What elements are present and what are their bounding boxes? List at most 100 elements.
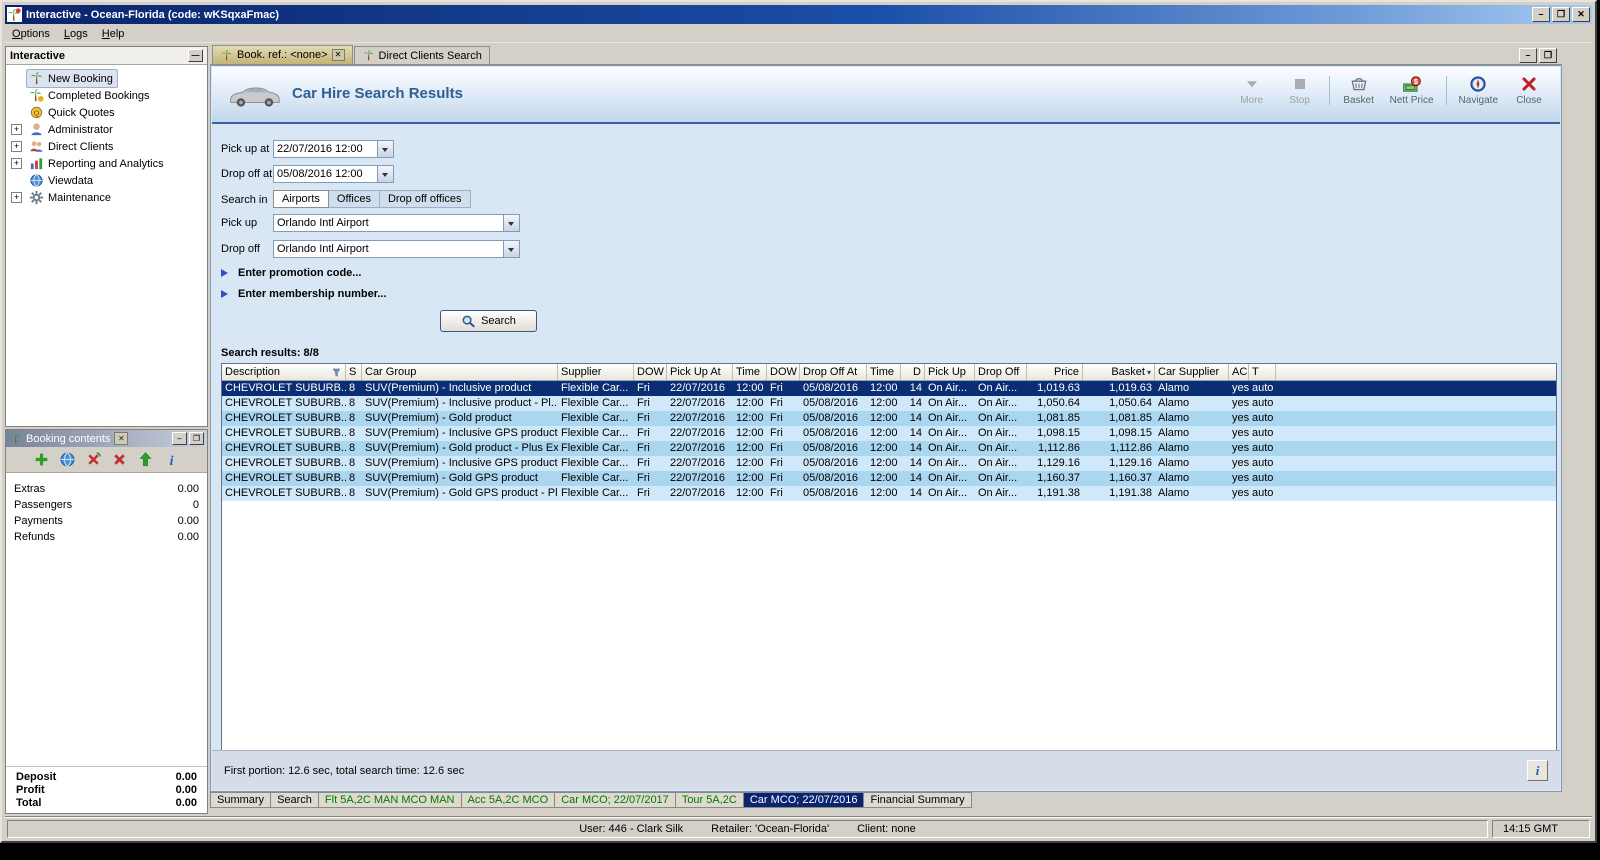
- pickup-combo[interactable]: [273, 214, 520, 232]
- menu-help[interactable]: Help: [95, 26, 132, 42]
- window-close-button[interactable]: ✕: [1572, 7, 1590, 22]
- column-header-car-supplier[interactable]: Car Supplier: [1155, 364, 1229, 380]
- booking-contents-close-icon[interactable]: ✕: [114, 432, 128, 445]
- column-header-pick-up-at[interactable]: Pick Up At: [667, 364, 733, 380]
- bottom-tab-summary[interactable]: Summary: [210, 792, 271, 808]
- dropoff-combo[interactable]: [273, 240, 520, 258]
- close-button[interactable]: Close: [1508, 73, 1550, 108]
- column-header-time[interactable]: Time: [867, 364, 901, 380]
- document-tab-book-ref-none[interactable]: Book. ref.: <none>✕: [212, 45, 353, 64]
- bottom-tab-tour-5a-2c[interactable]: Tour 5A,2C: [676, 792, 744, 808]
- cell-d: 14: [901, 456, 925, 471]
- bottom-tab-acc-5a-2c-mco[interactable]: Acc 5A,2C MCO: [462, 792, 556, 808]
- document-tab-direct-clients-search[interactable]: Direct Clients Search: [354, 46, 490, 64]
- dropoff-combo-input[interactable]: [274, 241, 503, 257]
- column-header-pick-up[interactable]: Pick Up: [925, 364, 975, 380]
- column-header-supplier[interactable]: Supplier: [558, 364, 634, 380]
- search-button[interactable]: Search: [440, 310, 537, 332]
- cell-drop-off: On Air...: [975, 456, 1027, 471]
- column-header-t[interactable]: T: [1249, 364, 1276, 380]
- booking-total-label: Profit: [16, 784, 176, 796]
- search-in-tab-offices[interactable]: Offices: [328, 190, 380, 208]
- pickup-combo-dropdown-icon[interactable]: [503, 215, 519, 231]
- column-header-car-group[interactable]: Car Group: [362, 364, 558, 380]
- sidebar-item-maintenance[interactable]: +Maintenance: [6, 189, 207, 206]
- sidebar-item-viewdata[interactable]: +Viewdata: [6, 172, 207, 189]
- pickup-combo-input[interactable]: [274, 215, 503, 231]
- basket-button[interactable]: Basket: [1338, 73, 1380, 108]
- cell-car-group: SUV(Premium) - Inclusive product: [362, 381, 558, 396]
- expand-icon[interactable]: +: [11, 141, 22, 152]
- bottom-tab-flt-5a-2c-man-mco-man[interactable]: Flt 5A,2C MAN MCO MAN: [319, 792, 462, 808]
- sidebar-item-new-booking[interactable]: +New Booking: [6, 70, 207, 87]
- navigate-button[interactable]: Navigate: [1455, 73, 1502, 108]
- column-header-dow[interactable]: DOW: [767, 364, 800, 380]
- result-row[interactable]: CHEVROLET SUBURB...8SUV(Premium) - Inclu…: [222, 426, 1556, 441]
- sidebar-item-direct-clients[interactable]: +Direct Clients: [6, 138, 207, 155]
- search-in-tab-drop-off-offices[interactable]: Drop off offices: [379, 190, 471, 208]
- info-button[interactable]: i: [1527, 760, 1548, 781]
- menu-logs[interactable]: Logs: [57, 26, 95, 42]
- pickup-at-field[interactable]: [273, 140, 394, 158]
- result-row[interactable]: CHEVROLET SUBURB...8SUV(Premium) - Gold …: [222, 411, 1556, 426]
- nett-price-button[interactable]: $Nett Price: [1386, 73, 1438, 108]
- column-header-time[interactable]: Time: [733, 364, 767, 380]
- pickup-at-dropdown-icon[interactable]: [377, 141, 393, 157]
- column-header-basket[interactable]: Basket▾: [1083, 364, 1155, 380]
- dropoff-at-input[interactable]: [274, 166, 377, 182]
- expand-icon[interactable]: +: [11, 124, 22, 135]
- booking-contents-maximize-button[interactable]: ❐: [189, 432, 204, 445]
- result-row[interactable]: CHEVROLET SUBURB...8SUV(Premium) - Inclu…: [222, 381, 1556, 396]
- cell-dow: Fri: [634, 411, 667, 426]
- bottom-tab-financial-summary[interactable]: Financial Summary: [864, 792, 971, 808]
- cell-description: CHEVROLET SUBURB...: [222, 486, 346, 501]
- search-in-tab-airports[interactable]: Airports: [273, 190, 329, 208]
- panel-collapse-button[interactable]: —: [188, 49, 203, 62]
- expand-icon[interactable]: +: [11, 192, 22, 203]
- add-button[interactable]: [33, 451, 50, 468]
- sidebar-item-label: Administrator: [48, 124, 113, 136]
- cell-dow: Fri: [767, 411, 800, 426]
- dropoff-at-dropdown-icon[interactable]: [377, 166, 393, 182]
- cell-s: 8: [346, 396, 362, 411]
- column-header-drop-off-at[interactable]: Drop Off At: [800, 364, 867, 380]
- result-row[interactable]: CHEVROLET SUBURB...8SUV(Premium) - Gold …: [222, 486, 1556, 501]
- sidebar-item-completed-bookings[interactable]: +Completed Bookings: [6, 87, 207, 104]
- result-row[interactable]: CHEVROLET SUBURB...8SUV(Premium) - Gold …: [222, 441, 1556, 456]
- column-header-drop-off[interactable]: Drop Off: [975, 364, 1027, 380]
- column-header-d[interactable]: D: [901, 364, 925, 380]
- column-header-ac[interactable]: AC: [1229, 364, 1249, 380]
- sidebar-item-administrator[interactable]: + Administrator: [6, 121, 207, 138]
- dropoff-at-field[interactable]: [273, 165, 394, 183]
- result-row[interactable]: CHEVROLET SUBURB...8SUV(Premium) - Inclu…: [222, 456, 1556, 471]
- globe-button[interactable]: [59, 451, 76, 468]
- cell-d: 14: [901, 381, 925, 396]
- menu-options[interactable]: Options: [5, 26, 57, 42]
- delete-button[interactable]: [111, 451, 128, 468]
- window-minimize-button[interactable]: –: [1532, 7, 1550, 22]
- result-row[interactable]: CHEVROLET SUBURB...8SUV(Premium) - Inclu…: [222, 396, 1556, 411]
- column-header-dow[interactable]: DOW: [634, 364, 667, 380]
- bottom-tab-car-mco-22-07-2016[interactable]: Car MCO; 22/07/2016: [744, 792, 865, 808]
- info-button[interactable]: i: [163, 451, 180, 468]
- column-header-description[interactable]: Description: [222, 364, 346, 380]
- booking-contents-minimize-button[interactable]: –: [172, 432, 187, 445]
- remove-item-button[interactable]: [85, 451, 102, 468]
- expand-icon[interactable]: +: [11, 158, 22, 169]
- sidebar-item-quick-quotes[interactable]: +QQuick Quotes: [6, 104, 207, 121]
- bottom-tab-car-mco-22-07-2017[interactable]: Car MCO; 22/07/2017: [555, 792, 676, 808]
- tab-close-icon[interactable]: ✕: [332, 49, 345, 61]
- column-header-s[interactable]: S: [346, 364, 362, 380]
- mdi-maximize-button[interactable]: ❐: [1539, 48, 1557, 63]
- window-maximize-button[interactable]: ❐: [1552, 7, 1570, 22]
- sidebar-item-reporting-and-analytics[interactable]: +Reporting and Analytics: [6, 155, 207, 172]
- promotion-code-expander[interactable]: Enter promotion code...: [221, 267, 361, 279]
- move-up-button[interactable]: [137, 451, 154, 468]
- result-row[interactable]: CHEVROLET SUBURB...8SUV(Premium) - Gold …: [222, 471, 1556, 486]
- pickup-at-input[interactable]: [274, 141, 377, 157]
- dropoff-combo-dropdown-icon[interactable]: [503, 241, 519, 257]
- bottom-tab-search[interactable]: Search: [271, 792, 319, 808]
- membership-number-expander[interactable]: Enter membership number...: [221, 288, 387, 300]
- mdi-minimize-button[interactable]: –: [1519, 48, 1537, 63]
- column-header-price[interactable]: Price: [1027, 364, 1083, 380]
